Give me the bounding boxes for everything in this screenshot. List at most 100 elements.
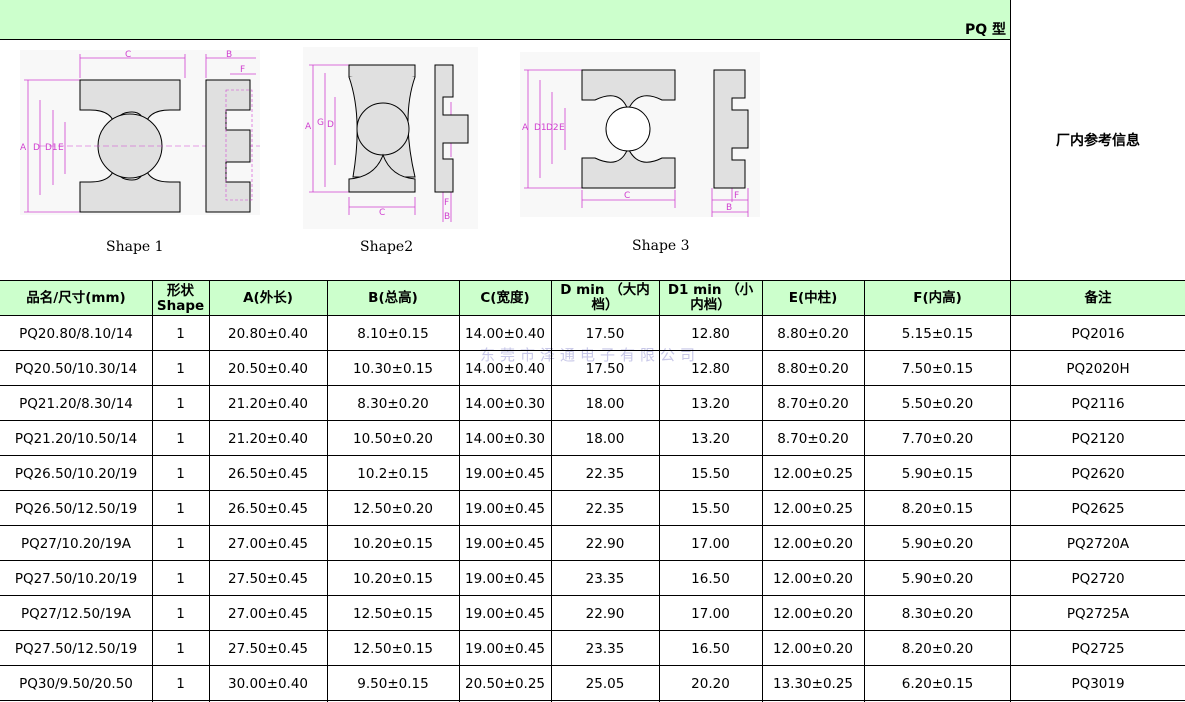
table-cell: 18.00 [585,430,625,447]
grid-line [762,280,763,702]
table-cell: PQ2016 [1071,325,1125,342]
table-cell-name: PQ27.50/10.20/19 [14,570,138,587]
table-cell: 1 [176,465,185,482]
table-cell: PQ2620 [1071,465,1125,482]
table-cell: 12.00±0.20 [772,535,854,552]
shape3-dim-e: E [559,123,565,133]
grid-line [0,665,1185,666]
table-cell: 30.00±0.40 [227,675,309,692]
table-cell: 1 [176,535,185,552]
table-cell-name: PQ26.50/12.50/19 [14,500,138,517]
shape1-drawing: C B F A D D1 E [20,50,260,215]
shape1-dim-d: D [33,143,40,153]
table-cell-name: PQ27/12.50/19A [20,605,132,622]
table-cell: 16.50 [691,570,730,587]
table-cell: 9.50±0.15 [357,675,429,692]
grid-line [0,350,1185,351]
reference-info-label: 厂内参考信息 [1056,133,1140,149]
table-cell: 7.70±0.20 [901,430,974,447]
table-cell: 27.50±0.45 [227,570,309,587]
table-cell: PQ2116 [1071,395,1125,412]
table-cell: 23.35 [585,640,625,657]
col-header-d1: D1 min （小内档） [667,282,754,313]
table-cell: 22.90 [585,535,625,552]
shape2-dim-d: D [327,120,334,130]
table-cell: PQ2720A [1066,535,1130,552]
table-cell: 12.00±0.20 [772,570,854,587]
col-header-c: C(宽度) [480,290,530,306]
shape3-drawing: A D1 D2 E C F B [520,52,760,217]
table-cell: 8.80±0.20 [777,325,849,342]
col-header-name: 品名/尺寸(mm) [26,290,126,306]
table-cell: 19.00±0.45 [464,465,546,482]
table-cell: 12.00±0.20 [772,605,854,622]
table-cell: 10.20±0.15 [352,570,434,587]
page-title: PQ 型 [964,22,1006,38]
table-cell: 26.50±0.45 [227,500,309,517]
shape1-dim-b: B [226,50,232,60]
table-cell: 25.05 [585,675,625,692]
table-cell: 23.35 [585,570,625,587]
table-cell: 12.50±0.15 [352,605,434,622]
grid-line [327,280,328,702]
table-cell: 15.50 [691,500,730,517]
table-cell: 1 [176,500,185,517]
table-cell: 12.00±0.25 [772,500,854,517]
table-cell: 5.90±0.20 [901,570,974,587]
table-cell: 12.00±0.25 [772,465,854,482]
grid-line [459,280,460,702]
table-cell: PQ2725A [1066,605,1130,622]
table-cell: 13.20 [691,395,730,412]
col-header-e: E(中柱) [788,290,838,306]
col-header-b: B(总高) [368,290,418,306]
table-cell: 15.50 [691,465,730,482]
table-cell: 17.00 [691,535,730,552]
col-header-a: A(外长) [243,290,293,306]
table-cell: 5.90±0.15 [901,465,974,482]
table-cell: 22.90 [585,605,625,622]
col-header-d: D min （大内档） [560,282,650,313]
table-cell: 8.10±0.15 [357,325,429,342]
table-cell-name: PQ21.20/10.50/14 [14,430,138,447]
table-cell: 13.30±0.25 [772,675,854,692]
table-cell: 7.50±0.15 [901,360,974,377]
spec-sheet: PQ 型 厂内参考信息 C B F A D D1 E Shape 1 A G D… [0,0,1185,702]
table-cell: 1 [176,640,185,657]
reference-info-cell: 厂内参考信息 [1011,0,1185,280]
shape1-label: Shape 1 [106,239,164,255]
table-cell: 20.80±0.40 [227,325,309,342]
table-cell: 10.50±0.20 [352,430,434,447]
grid-line [0,455,1185,456]
table-cell: 1 [176,360,185,377]
grid-line [0,420,1185,421]
table-cell: 22.35 [585,500,625,517]
grid-line [0,560,1185,561]
grid-line [864,280,865,702]
table-cell: 19.00±0.45 [464,640,546,657]
grid-line [0,595,1185,596]
table-cell: 5.50±0.20 [901,395,974,412]
table-cell: 20.20 [691,675,730,692]
table-cell: 10.20±0.15 [352,535,434,552]
table-cell: PQ2725 [1071,640,1125,657]
grid-line [0,280,1185,281]
table-cell: 19.00±0.45 [464,570,546,587]
grid-line [152,280,153,702]
table-cell: 10.30±0.15 [352,360,434,377]
table-cell: 8.20±0.15 [901,500,974,517]
table-cell: 8.30±0.20 [901,605,974,622]
table-cell: 12.50±0.20 [352,500,434,517]
table-cell-name: PQ30/9.50/20.50 [19,675,133,692]
col-header-remark: 备注 [1084,290,1112,306]
table-cell: 20.50±0.25 [464,675,546,692]
grid-line [659,280,660,702]
shape3-dim-b: B [726,203,732,213]
table-cell-name: PQ26.50/10.20/19 [14,465,138,482]
table-cell: 8.20±0.20 [901,640,974,657]
shape3-dim-a: A [522,123,529,133]
table-cell: 5.15±0.15 [901,325,974,342]
grid-line [0,315,1185,316]
table-cell: 27.00±0.45 [227,535,309,552]
table-cell: PQ2720 [1071,570,1125,587]
table-cell: 8.70±0.20 [777,395,849,412]
